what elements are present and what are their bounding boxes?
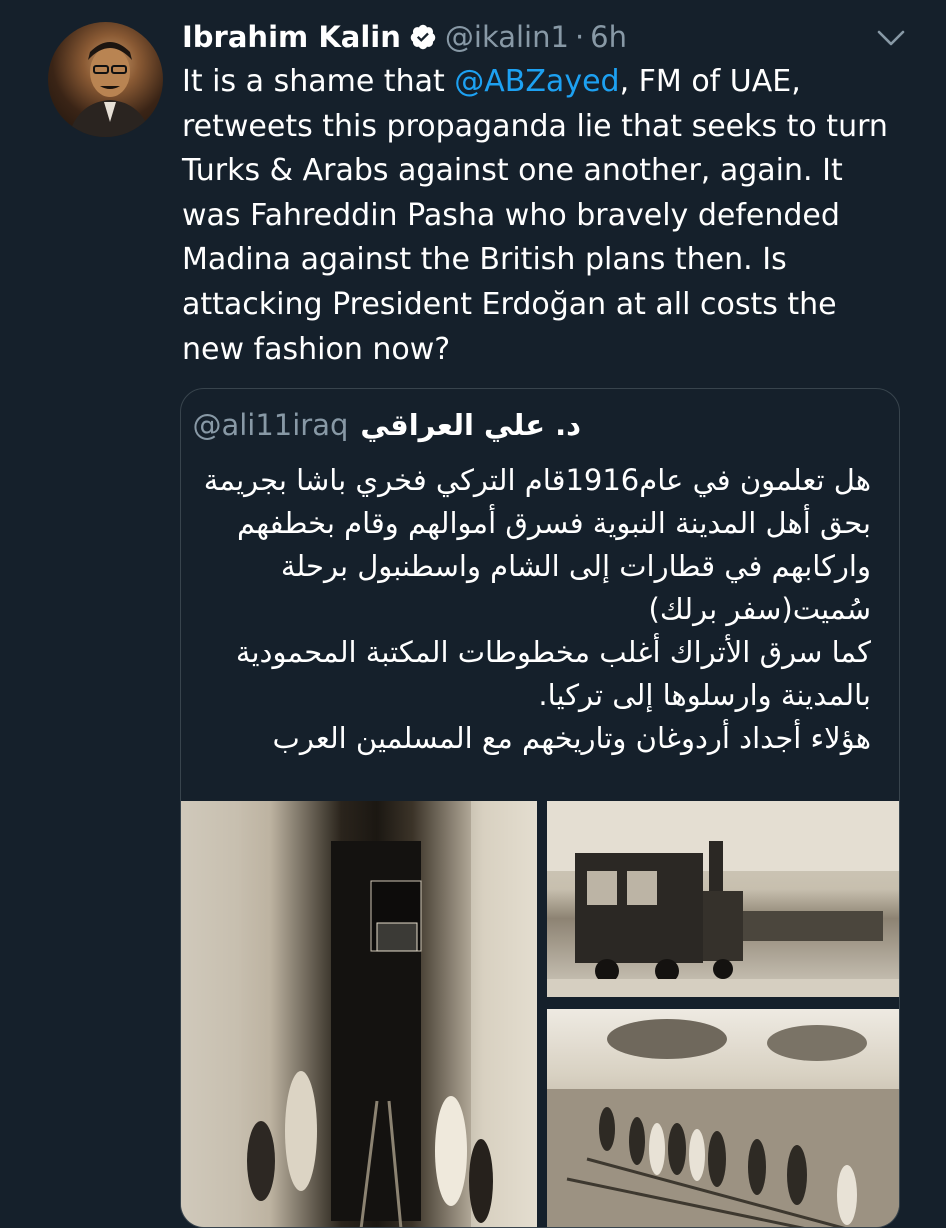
chevron-down-icon[interactable] xyxy=(876,28,906,48)
photo-railway-workers-image xyxy=(547,1019,899,1227)
quoted-tweet-header: @ali11iraq د. علي العراقي xyxy=(192,405,581,445)
quoted-text-line: سُميت(سفر برلك) xyxy=(648,592,871,626)
tweet-header: Ibrahim Kalin @ikalin1 · 6h xyxy=(182,14,627,60)
author-avatar[interactable] xyxy=(48,22,163,137)
quoted-author-handle: @ali11iraq xyxy=(192,408,349,442)
photo-train[interactable] xyxy=(547,801,899,997)
author-name[interactable]: Ibrahim Kalin xyxy=(182,20,401,54)
quoted-tweet-card[interactable]: @ali11iraq د. علي العراقي هل تعلمون في ع… xyxy=(180,388,900,1228)
photo-procession-image xyxy=(181,801,537,1227)
photo-railway-workers[interactable] xyxy=(547,1009,899,1227)
avatar-portrait xyxy=(68,42,152,137)
quoted-text-line: هل تعلمون في عام1916قام التركي فخري باشا… xyxy=(203,463,871,497)
photo-procession[interactable] xyxy=(181,801,537,1227)
mention-link[interactable]: @ABZayed xyxy=(454,64,619,99)
photo-train-image xyxy=(547,801,899,997)
verified-badge-icon xyxy=(410,24,436,50)
quoted-text-line: هؤلاء أجداد أردوغان وتاريخهم مع المسلمين… xyxy=(272,721,871,755)
timestamp[interactable]: 6h xyxy=(590,20,627,54)
separator-dot: · xyxy=(574,20,585,54)
quoted-text-line: بحق أهل المدينة النبوية فسرق أموالهم وقا… xyxy=(236,506,871,540)
quoted-author-name: د. علي العراقي xyxy=(360,408,581,442)
author-handle[interactable]: @ikalin1 xyxy=(445,20,569,54)
tweet-text: It is a shame that @ABZayed, FM of UAE, … xyxy=(182,60,902,372)
quoted-text-line: كما سرق الأتراك أغلب مخطوطات المكتبة الم… xyxy=(235,635,871,669)
quoted-text-line: واركابهم في قطارات إلى الشام واسطنبول بر… xyxy=(280,549,871,583)
tweet-text-part: , FM of UAE, retweets this propaganda li… xyxy=(182,64,888,367)
quoted-text-line: بالمدينة وارسلوها إلى تركيا. xyxy=(538,678,871,712)
tweet-text-part: It is a shame that xyxy=(182,64,455,99)
quoted-tweet-text: هل تعلمون في عام1916قام التركي فخري باشا… xyxy=(181,459,871,760)
